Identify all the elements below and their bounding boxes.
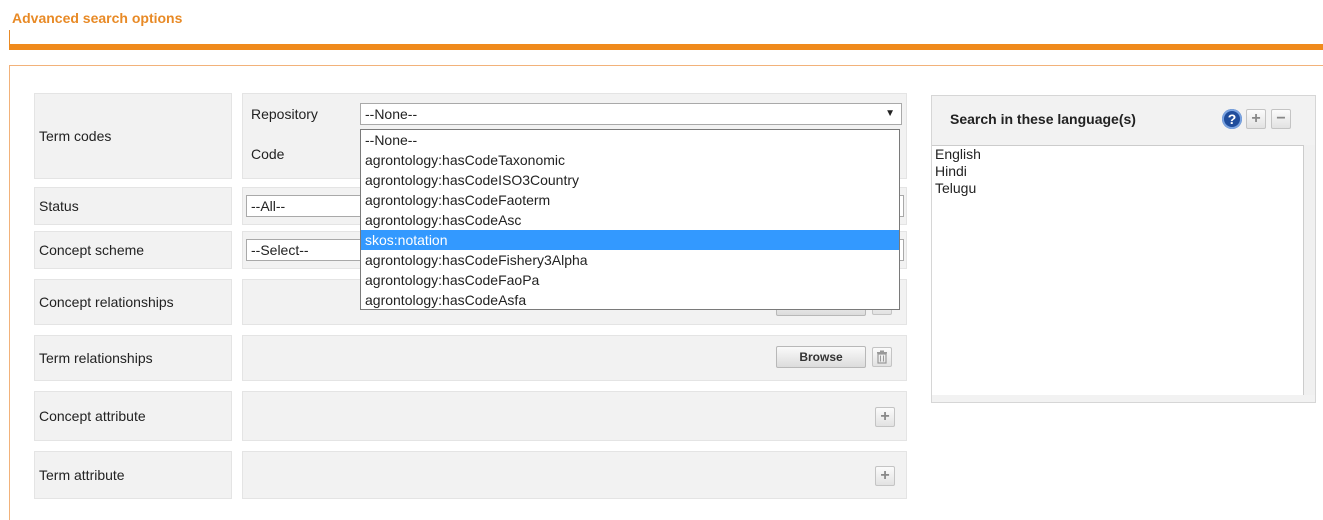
panel-top-rule (9, 65, 1323, 66)
repository-select-value: --None-- (365, 106, 418, 122)
help-icon[interactable]: ? (1222, 109, 1242, 129)
concept-attribute-field: + (242, 391, 907, 441)
concept-relationships-label-text: Concept relationships (39, 294, 174, 310)
dropdown-option[interactable]: agrontology:hasCodeFishery3Alpha (361, 250, 899, 270)
language-list-scrollbar[interactable] (1304, 145, 1315, 395)
plus-icon[interactable]: + (1246, 109, 1266, 129)
code-label: Code (251, 146, 285, 162)
status-label: Status (34, 187, 232, 225)
term-relationships-label-text: Term relationships (39, 350, 153, 366)
dropdown-option[interactable]: agrontology:hasCodeISO3Country (361, 170, 899, 190)
concept-scheme-select-value: --Select-- (251, 242, 309, 258)
dropdown-option[interactable]: agrontology:hasCodeAsc (361, 210, 899, 230)
concept-scheme-label: Concept scheme (34, 231, 232, 269)
term-attribute-label: Term attribute (34, 451, 232, 499)
concept-attribute-label-text: Concept attribute (39, 408, 146, 424)
dropdown-option[interactable]: agrontology:hasCodeTaxonomic (361, 150, 899, 170)
language-panel-title: Search in these language(s) (950, 111, 1136, 127)
term-codes-label-text: Term codes (39, 128, 112, 144)
language-list[interactable]: English Hindi Telugu (932, 145, 1304, 395)
term-relationships-label: Term relationships (34, 335, 232, 381)
term-attribute-field: + (242, 451, 907, 499)
dropdown-option[interactable]: agrontology:hasCodeFaoPa (361, 270, 899, 290)
repository-dropdown-list: --None-- agrontology:hasCodeTaxonomic ag… (360, 129, 900, 310)
chevron-down-icon: ▼ (885, 108, 895, 119)
browse-button-label: Browse (799, 350, 843, 364)
term-attribute-label-text: Term attribute (39, 467, 125, 483)
concept-attribute-label: Concept attribute (34, 391, 232, 441)
dropdown-option[interactable]: agrontology:hasCodeAsfa (361, 290, 899, 310)
term-codes-label: Term codes (34, 93, 232, 179)
minus-icon[interactable]: − (1271, 109, 1291, 129)
page-header-title: Advanced search options (12, 10, 183, 26)
term-relationships-browse-button[interactable]: Browse (776, 346, 866, 368)
concept-scheme-label-text: Concept scheme (39, 242, 145, 258)
dropdown-option[interactable]: --None-- (361, 130, 899, 150)
dropdown-option-highlighted[interactable]: skos:notation (361, 230, 899, 250)
status-select-value: --All-- (251, 198, 286, 214)
panel-left-rule (9, 65, 10, 520)
repository-label: Repository (251, 106, 318, 122)
header-orange-bar (9, 44, 1323, 50)
language-item[interactable]: Telugu (932, 180, 1303, 197)
repository-select[interactable]: --None-- ▼ (360, 103, 902, 125)
status-label-text: Status (39, 198, 79, 214)
language-panel: Search in these language(s) ? + − Englis… (931, 95, 1316, 403)
plus-icon[interactable]: + (875, 466, 895, 486)
language-item[interactable]: English (932, 146, 1303, 163)
term-relationships-field: Browse (242, 335, 907, 381)
language-item[interactable]: Hindi (932, 163, 1303, 180)
trash-icon[interactable] (872, 347, 892, 367)
concept-relationships-label: Concept relationships (34, 279, 232, 325)
dropdown-option[interactable]: agrontology:hasCodeFaoterm (361, 190, 899, 210)
plus-icon[interactable]: + (875, 407, 895, 427)
